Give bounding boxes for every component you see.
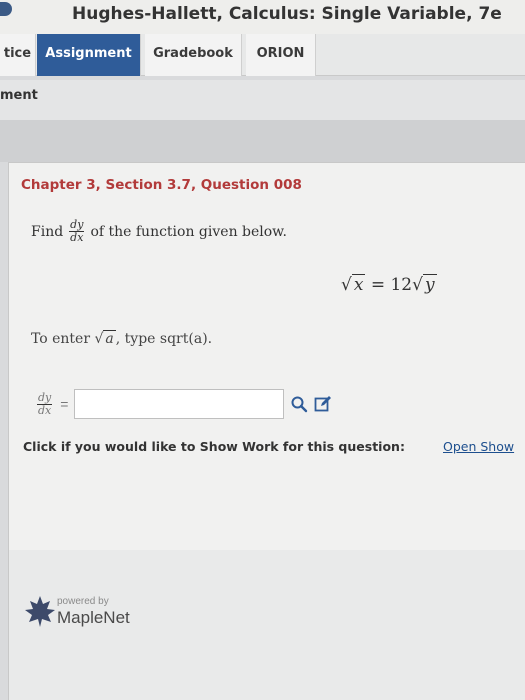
- maplenet-logo-text: MapleNet: [57, 608, 130, 627]
- answer-row: dy dx =: [31, 389, 332, 419]
- find-line: Find dy dx of the function given below.: [31, 219, 287, 244]
- sqrt-symbol-icon: √: [341, 275, 352, 295]
- tab-gradebook[interactable]: Gradebook: [145, 34, 242, 76]
- hint-radicand: a: [103, 330, 116, 347]
- sqrt-symbol-icon: √: [412, 275, 423, 295]
- answer-derivative-fraction: dy dx: [37, 390, 53, 417]
- equation: √ x = 12√ y: [341, 274, 437, 295]
- tab-assignment[interactable]: Assignment: [37, 34, 141, 76]
- answer-equals: =: [60, 396, 69, 412]
- subtitle-bar: ment: [0, 80, 525, 120]
- tab-bar: tice Assignment Gradebook ORION: [0, 34, 525, 76]
- rhs-radicand: y: [422, 274, 437, 295]
- answer-denominator: dx: [38, 403, 52, 417]
- tab-orion[interactable]: ORION: [246, 34, 316, 76]
- maple-leaf-icon: [25, 596, 55, 627]
- find-suffix: of the function given below.: [90, 223, 287, 240]
- equation-middle: = 12: [370, 275, 413, 295]
- edit-icon[interactable]: [314, 395, 332, 413]
- header-band: Hughes-Hallett, Calculus: Single Variabl…: [0, 0, 525, 34]
- powered-by-label: powered by: [57, 596, 109, 607]
- page-subtitle: ment: [0, 88, 38, 103]
- gray-band: [0, 120, 525, 162]
- hint-suffix: , type sqrt(a).: [115, 331, 213, 347]
- derivative-fraction: dy dx: [69, 219, 85, 244]
- lhs-radicand: x: [351, 274, 366, 295]
- book-title: Hughes-Hallett, Calculus: Single Variabl…: [72, 4, 502, 24]
- answer-input[interactable]: [74, 389, 285, 419]
- logo-icon: [0, 2, 12, 16]
- hint-text: To enter √ a, type sqrt(a).: [31, 330, 213, 347]
- answer-numerator: dy: [37, 390, 53, 405]
- find-prefix: Find: [31, 223, 64, 240]
- open-show-work-link[interactable]: Open Show: [443, 439, 514, 454]
- hint-prefix: To enter: [31, 331, 91, 347]
- question-panel: Chapter 3, Section 3.7, Question 008 Fin…: [8, 162, 525, 550]
- derivative-denominator: dx: [70, 231, 84, 244]
- tab-practice[interactable]: tice: [0, 34, 36, 76]
- footer: powered by MapleNet: [8, 550, 525, 700]
- show-work-prompt: Click if you would like to Show Work for…: [23, 439, 405, 454]
- question-title: Chapter 3, Section 3.7, Question 008: [21, 177, 302, 193]
- search-icon[interactable]: [290, 395, 308, 413]
